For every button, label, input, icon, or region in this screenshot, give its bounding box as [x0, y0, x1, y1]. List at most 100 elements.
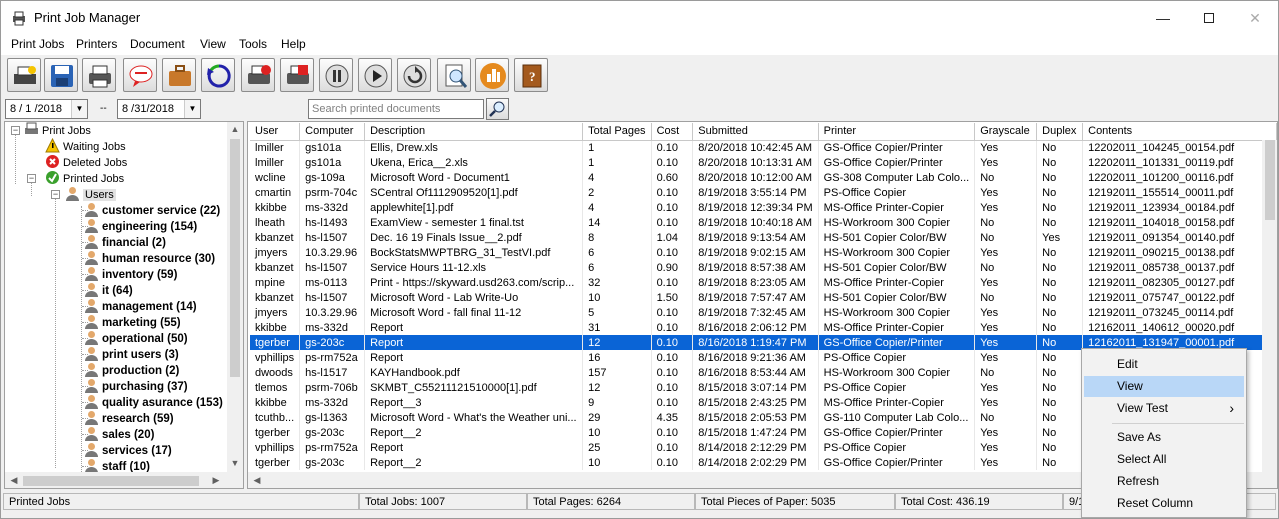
search-button[interactable]	[486, 98, 509, 120]
tree-node-group[interactable]: print users (3)	[84, 346, 179, 362]
collapse-toggle[interactable]: −	[27, 174, 36, 183]
table-row[interactable]: kbanzet hs-l1507 Dec. 16 19 Finals Issue__…	[250, 230, 1277, 245]
table-row[interactable]: lmiller gs101a Ellis, Drew.xls 1 0.10 8/20/20…	[250, 140, 1277, 155]
tree-node-label: Users	[83, 189, 116, 201]
tree-node-group[interactable]: inventory (59)	[84, 266, 177, 282]
stop-printer-button[interactable]	[280, 58, 314, 92]
table-cell: Microsoft Word - Document1	[364, 170, 584, 185]
date-from-picker[interactable]: 8 / 1 /2018 ▼	[5, 99, 88, 119]
context-menu-select-all[interactable]: Select All	[1084, 449, 1244, 470]
tree-node-group[interactable]: sales (20)	[84, 426, 154, 442]
play-button[interactable]	[358, 58, 392, 92]
print-settings-button[interactable]	[7, 58, 41, 92]
pause-button[interactable]	[319, 58, 353, 92]
tree-node-group[interactable]: it (64)	[84, 282, 133, 298]
table-row[interactable]: kbanzet hs-l1507 Service Hours 11-12.xls 6 0…	[250, 260, 1277, 275]
minimize-button[interactable]: —	[1140, 1, 1186, 35]
table-row[interactable]: jmyers 10.3.29.96 Microsoft Word - fall fi…	[250, 305, 1277, 320]
tree-node-group[interactable]: services (17)	[84, 442, 172, 458]
table-cell: 8/14/2018 2:02:29 PM	[692, 455, 819, 470]
menu-tools[interactable]: Tools	[239, 37, 267, 51]
printer-button[interactable]	[82, 58, 116, 92]
collapse-toggle[interactable]: −	[11, 126, 20, 135]
tree-vertical-scrollbar[interactable]: ▲ ▼	[227, 122, 243, 472]
menu-view[interactable]: View	[200, 37, 226, 51]
tree-node-print-jobs[interactable]: Print Jobs	[24, 122, 91, 138]
context-menu-save-as[interactable]: Save As	[1084, 427, 1244, 448]
column-header[interactable]: Submitted	[692, 123, 819, 141]
search-input[interactable]: Search printed documents	[308, 99, 484, 119]
restart-button[interactable]	[397, 58, 431, 92]
save-button[interactable]	[44, 58, 78, 92]
user-icon	[85, 235, 98, 249]
context-menu-view-test[interactable]: View Test ›	[1084, 398, 1244, 419]
table-cell: tcuthb...	[250, 410, 301, 425]
tree-horizontal-scrollbar[interactable]: ◀ ▶	[5, 472, 243, 488]
table-cell: 14	[582, 215, 652, 230]
tree-node-users[interactable]: Users	[65, 186, 116, 202]
table-row[interactable]: kkibbe ms-332d applewhite[1].pdf 4 0.10 8/19/…	[250, 200, 1277, 215]
tree-node-group[interactable]: engineering (154)	[84, 218, 197, 234]
column-header[interactable]: Computer	[299, 123, 366, 141]
table-row[interactable]: lmiller gs101a Ukena, Erica__2.xls 1 0.10 8/2…	[250, 155, 1277, 170]
menu-print-jobs[interactable]: Print Jobs	[11, 37, 64, 51]
scroll-left-arrow[interactable]: ◀	[9, 475, 19, 486]
delete-printer-button[interactable]	[241, 58, 275, 92]
table-row[interactable]: jmyers 10.3.29.96 BockStatsMWPTBRG_31_Test…	[250, 245, 1277, 260]
scroll-up-arrow[interactable]: ▲	[227, 124, 243, 134]
context-menu-view[interactable]: View	[1084, 376, 1244, 397]
column-header[interactable]: User	[250, 123, 301, 141]
table-row[interactable]: cmartin psrm-704c SCentral Of1112909520[1]…	[250, 185, 1277, 200]
message-button[interactable]	[123, 58, 157, 92]
tree-node-printed-jobs[interactable]: Printed Jobs	[45, 170, 124, 186]
table-vertical-scrollbar[interactable]	[1262, 140, 1277, 472]
table-row[interactable]: lheath hs-l1493 ExamView - semester 1 fina…	[250, 215, 1277, 230]
scroll-right-arrow[interactable]: ▶	[211, 475, 221, 486]
column-header[interactable]: Contents	[1082, 123, 1277, 141]
tree-node-group[interactable]: management (14)	[84, 298, 197, 314]
context-menu-refresh[interactable]: Refresh	[1084, 471, 1244, 492]
tree-node-group[interactable]: financial (2)	[84, 234, 166, 250]
preview-button[interactable]	[437, 58, 471, 92]
collapse-toggle[interactable]: −	[51, 190, 60, 199]
column-header[interactable]: Grayscale	[974, 123, 1038, 141]
tree-node-group[interactable]: production (2)	[84, 362, 179, 378]
table-cell: 10.3.29.96	[299, 305, 366, 320]
context-menu-edit[interactable]: Edit	[1084, 354, 1244, 375]
table-row[interactable]: kkibbe ms-332d Report 31 0.10 8/16/2018 2:06:…	[250, 320, 1277, 335]
chart-button[interactable]	[475, 58, 509, 92]
table-row[interactable]: kbanzet hs-l1507 Microsoft Word - Lab Writ…	[250, 290, 1277, 305]
tree-node-group[interactable]: human resource (30)	[84, 250, 215, 266]
table-row[interactable]: wcline gs-109a Microsoft Word - Document1 4…	[250, 170, 1277, 185]
context-menu-reset-column[interactable]: Reset Column	[1084, 493, 1244, 514]
refresh-button[interactable]	[201, 58, 235, 92]
table-row[interactable]: mpine ms-0113 Print - https://skyward.usd2…	[250, 275, 1277, 290]
menu-document[interactable]: Document	[130, 37, 185, 51]
column-header[interactable]: Description	[364, 123, 584, 141]
help-book-button[interactable]: ?	[514, 58, 548, 92]
tree-node-group[interactable]: customer service (22)	[84, 202, 220, 218]
tree-node-group[interactable]: research (59)	[84, 410, 174, 426]
briefcase-button[interactable]	[162, 58, 196, 92]
tree-node-group[interactable]: operational (50)	[84, 330, 188, 346]
tree-node-group[interactable]: quality asurance (153)	[84, 394, 223, 410]
scroll-left-arrow[interactable]: ◀	[252, 475, 262, 486]
column-header[interactable]: Total Pages	[582, 123, 652, 141]
scroll-down-arrow[interactable]: ▼	[227, 458, 243, 468]
scroll-thumb[interactable]	[230, 139, 240, 377]
tree-node-group[interactable]: marketing (55)	[84, 314, 181, 330]
menu-printers[interactable]: Printers	[76, 37, 117, 51]
tree-node-waiting-jobs[interactable]: Waiting Jobs	[45, 138, 126, 154]
tree-node-deleted-jobs[interactable]: Deleted Jobs	[45, 154, 127, 170]
close-button[interactable]: ✕	[1232, 1, 1278, 35]
maximize-button[interactable]	[1186, 1, 1232, 35]
scroll-thumb[interactable]	[23, 476, 199, 486]
column-header[interactable]: Printer	[818, 123, 976, 141]
column-header[interactable]: Duplex	[1036, 123, 1084, 141]
menu-help[interactable]: Help	[281, 37, 306, 51]
date-to-picker[interactable]: 8 /31/2018 ▼	[117, 99, 201, 119]
scroll-thumb[interactable]	[1265, 140, 1275, 220]
column-header[interactable]: Cost	[651, 123, 694, 141]
table-cell: Yes	[974, 380, 1038, 395]
tree-node-group[interactable]: purchasing (37)	[84, 378, 188, 394]
